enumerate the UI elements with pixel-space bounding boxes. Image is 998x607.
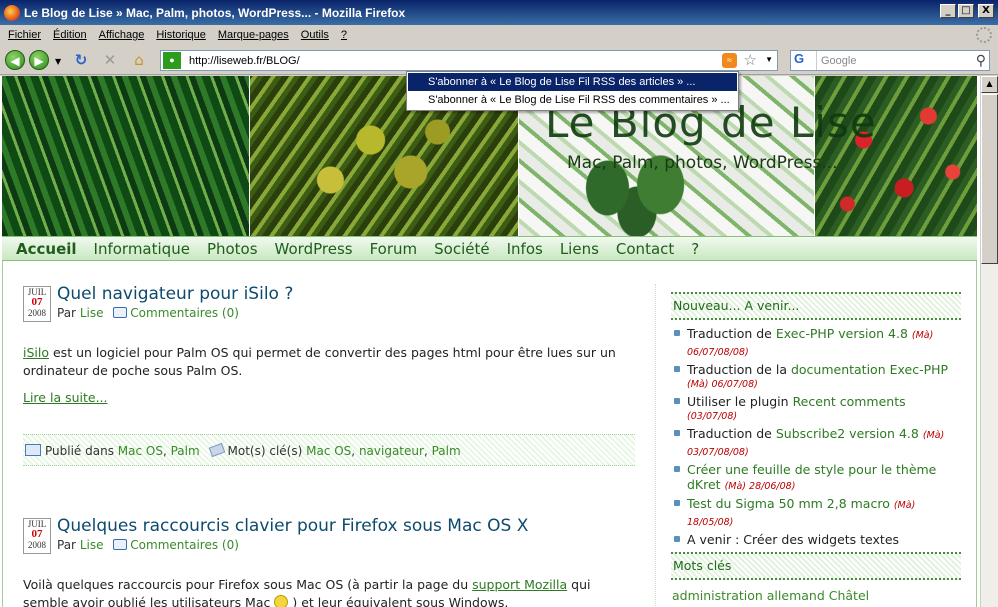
- nav-forum[interactable]: Forum: [370, 240, 418, 258]
- post-isilo: JUIL 07 2008 Quel navigateur pour iSilo …: [23, 284, 635, 494]
- page-content: Le Blog de Lise Mac, Palm, photos, WordP…: [0, 76, 980, 607]
- nav-contact[interactable]: Contact: [616, 240, 674, 258]
- post-meta: Par Lise Commentaires (0): [57, 306, 239, 320]
- bookmark-star-icon[interactable]: ☆: [744, 51, 757, 69]
- vertical-scrollbar[interactable]: ▲: [980, 76, 998, 607]
- nav-infos[interactable]: Infos: [507, 240, 543, 258]
- search-placeholder[interactable]: Google: [821, 55, 856, 67]
- smiley-icon: [274, 595, 289, 607]
- history-dropdown-icon[interactable]: ▼: [55, 57, 61, 66]
- author-link[interactable]: Lise: [80, 538, 104, 552]
- google-engine-icon[interactable]: G: [791, 51, 817, 70]
- site-tagline: Mac, Palm, photos, WordPress...: [567, 153, 838, 173]
- date-icon: JUIL 07 2008: [23, 518, 51, 554]
- sidebar-news-list: Traduction de Exec-PHP version 4.8 (Mà) …: [673, 326, 963, 549]
- tag-cloud[interactable]: administration allemand Châtel: [672, 588, 869, 603]
- window-titlebar: Le Blog de Lise » Mac, Palm, photos, Wor…: [0, 0, 998, 25]
- scroll-up-icon[interactable]: ▲: [981, 76, 998, 93]
- list-item: A venir : Créer des widgets textes: [673, 532, 963, 547]
- subscribe-comments-item[interactable]: S'abonner à « Le Blog de Lise Fil RSS de…: [408, 91, 737, 109]
- search-icon[interactable]: ⚲: [976, 52, 986, 69]
- list-item: Traduction de la documentation Exec-PHP(…: [673, 362, 963, 392]
- category-link[interactable]: Palm: [171, 444, 200, 458]
- read-more-link[interactable]: Lire la suite...: [23, 390, 108, 405]
- scroll-thumb[interactable]: [981, 94, 998, 264]
- rss-subscribe-menu: S'abonner à « Le Blog de Lise Fil RSS de…: [406, 71, 739, 111]
- list-item: Traduction de Exec-PHP version 4.8 (Mà) …: [673, 326, 963, 360]
- sidebar-tags-title: Mots clés: [671, 552, 961, 580]
- nav-photos[interactable]: Photos: [207, 240, 258, 258]
- subscribe-articles-item[interactable]: S'abonner à « Le Blog de Lise Fil RSS de…: [408, 73, 737, 91]
- nav-liens[interactable]: Liens: [560, 240, 599, 258]
- forward-button[interactable]: ▶: [29, 50, 49, 70]
- list-item: Créer une feuille de style pour le thème…: [673, 462, 963, 494]
- nav-informatique[interactable]: Informatique: [94, 240, 190, 258]
- minimize-button[interactable]: _: [940, 4, 956, 18]
- nav-societe[interactable]: Société: [434, 240, 489, 258]
- nav-help[interactable]: ?: [691, 240, 699, 258]
- nav-wordpress[interactable]: WordPress: [275, 240, 353, 258]
- sidebar-news-title: Nouveau... A venir...: [671, 292, 961, 320]
- menu-bar: Fichier Édition Affichage Historique Mar…: [0, 25, 998, 45]
- comments-link[interactable]: Commentaires (0): [130, 538, 239, 552]
- list-item: Test du Sigma 50 mm 2,8 macro (Mà) 18/05…: [673, 496, 963, 530]
- menu-outils[interactable]: Outils: [297, 29, 337, 41]
- nav-accueil[interactable]: Accueil: [16, 240, 77, 258]
- stop-icon[interactable]: ✕: [101, 51, 119, 69]
- home-icon[interactable]: ⌂: [130, 51, 148, 69]
- list-item: Utiliser le plugin Recent comments (03/07…: [673, 394, 963, 424]
- menu-fichier[interactable]: Fichier: [4, 29, 49, 41]
- category-link[interactable]: Mac OS: [118, 444, 163, 458]
- maximize-button[interactable]: □: [958, 4, 974, 18]
- url-bar[interactable]: ● http://liseweb.fr/BLOG/ ≈ ☆ ▼: [160, 50, 778, 71]
- tag-link[interactable]: Mac OS: [306, 444, 351, 458]
- isilo-link[interactable]: iSilo: [23, 345, 49, 360]
- comments-icon: [113, 539, 128, 550]
- site-nav: Accueil Informatique Photos WordPress Fo…: [2, 236, 977, 261]
- post-meta: Par Lise Commentaires (0): [57, 538, 239, 552]
- tag-icon: [208, 442, 225, 458]
- date-icon: JUIL 07 2008: [23, 286, 51, 322]
- url-text[interactable]: http://liseweb.fr/BLOG/: [189, 55, 300, 67]
- firefox-icon: [4, 4, 20, 21]
- tag-link[interactable]: Palm: [432, 444, 461, 458]
- author-link[interactable]: Lise: [80, 306, 104, 320]
- frame-left-border: [2, 261, 3, 607]
- post-title[interactable]: Quelques raccourcis clavier pour Firefox…: [57, 516, 528, 536]
- post-title[interactable]: Quel navigateur pour iSilo ?: [57, 284, 293, 304]
- menu-historique[interactable]: Historique: [152, 29, 214, 41]
- list-item: Traduction de Subscribe2 version 4.8 (Mà…: [673, 426, 963, 460]
- post-excerpt: iSilo est un logiciel pour Palm OS qui p…: [23, 345, 616, 378]
- menu-edition[interactable]: Édition: [49, 29, 95, 41]
- reload-icon[interactable]: ↻: [72, 51, 90, 69]
- header-photo-leaves: [2, 76, 249, 236]
- comments-link[interactable]: Commentaires (0): [130, 306, 239, 320]
- site-favicon-icon: ●: [163, 52, 181, 69]
- folder-icon: [25, 444, 41, 456]
- post-firefox-shortcuts: JUIL 07 2008 Quelques raccourcis clavier…: [23, 516, 635, 607]
- throbber-icon: [976, 27, 992, 43]
- post-excerpt: Voilà quelques raccourcis pour Firefox s…: [23, 577, 591, 607]
- comments-icon: [113, 307, 128, 318]
- menu-help[interactable]: ?: [337, 29, 355, 41]
- post-footer: Publié dans Mac OS, Palm Mot(s) clé(s) M…: [23, 434, 635, 466]
- url-dropdown-icon[interactable]: ▼: [765, 55, 773, 64]
- rss-feed-icon[interactable]: ≈: [722, 53, 737, 68]
- column-separator: [655, 284, 656, 607]
- menu-affichage[interactable]: Affichage: [95, 29, 153, 41]
- read-more-wrap: Lire la suite...: [23, 389, 635, 407]
- frame-right-border: [976, 261, 977, 607]
- window-title: Le Blog de Lise » Mac, Palm, photos, Wor…: [24, 5, 406, 20]
- tag-link[interactable]: navigateur: [359, 444, 424, 458]
- back-button[interactable]: ◀: [5, 50, 25, 70]
- close-button[interactable]: X: [978, 4, 994, 18]
- search-box[interactable]: G Google ⚲: [790, 50, 990, 71]
- menu-marque-pages[interactable]: Marque-pages: [214, 29, 297, 41]
- support-mozilla-link[interactable]: support Mozilla: [472, 577, 567, 592]
